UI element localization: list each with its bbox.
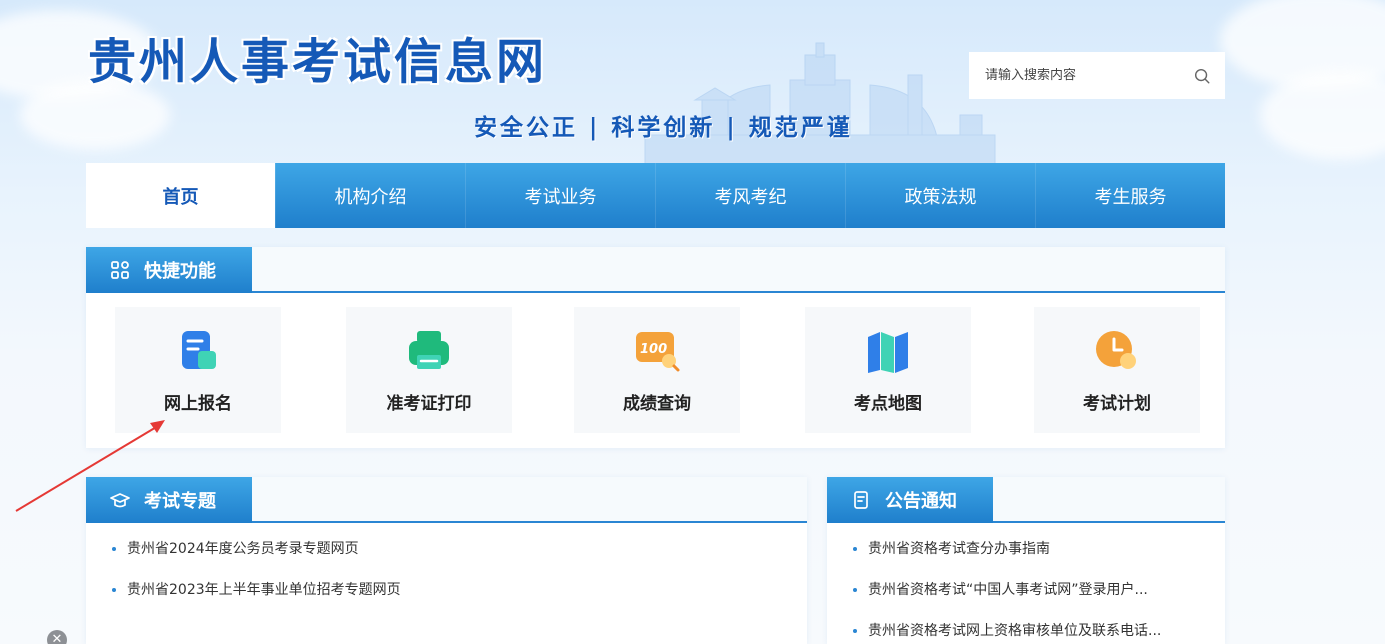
quick-item-label: 成绩查询 [623,393,691,414]
exam-topics-header: 考试专题 [86,477,807,523]
clock-icon [1096,330,1136,369]
document-icon [854,491,868,509]
list-item[interactable]: 贵州省2024年度公务员考录专题网页 [112,537,789,578]
quick-item-score-query[interactable]: 100 成绩查询 [574,307,740,433]
quick-item-label: 考点地图 [854,393,922,414]
notices-panel: 公告通知 贵州省资格考试查分办事指南 贵州省资格考试“中国人事考试网”登录用户.… [827,477,1225,644]
quick-functions-tab: 快捷功能 [86,247,252,293]
exam-topics-list: 贵州省2024年度公务员考录专题网页 贵州省2023年上半年事业单位招考专题网页 [112,537,789,619]
nav-item-about[interactable]: 机构介绍 [275,163,465,228]
notices-list: 贵州省资格考试查分办事指南 贵州省资格考试“中国人事考试网”登录用户... 贵州… [853,537,1207,644]
search-input[interactable] [985,68,1193,83]
printer-icon [409,330,449,369]
quick-item-label: 考试计划 [1083,393,1151,414]
exam-topics-panel: 考试专题 贵州省2024年度公务员考录专题网页 贵州省2023年上半年事业单位招… [86,477,807,644]
score-badge: 100 [640,342,667,357]
quick-item-admission-ticket-print[interactable]: 准考证打印 [346,307,512,433]
quick-item-exam-site-map[interactable]: 考点地图 [805,307,971,433]
close-icon[interactable]: ✕ [47,630,67,644]
notices-header: 公告通知 [827,477,1225,523]
annotation-arrow [15,420,165,512]
list-item[interactable]: 贵州省资格考试查分办事指南 [853,537,1207,578]
list-item[interactable]: 贵州省资格考试“中国人事考试网”登录用户... [853,578,1207,619]
quick-item-label: 准考证打印 [386,393,472,414]
quick-functions-title: 快捷功能 [144,261,216,282]
search-box [969,52,1225,99]
form-icon [182,330,216,369]
main-nav: 首页 机构介绍 考试业务 考风考纪 政策法规 考生服务 [86,163,1225,228]
score-icon: 100 [636,331,680,371]
notices-title: 公告通知 [885,491,957,512]
grid-icon [111,261,129,279]
map-icon [868,331,908,373]
quick-functions-panel: 快捷功能 网上报名 准考证打印 100 成绩查询 考点地图 考试计划 [86,247,1225,448]
nav-item-exam-business[interactable]: 考试业务 [465,163,655,228]
site-title: 贵州人事考试信息网 [88,34,548,90]
site-slogan: 安全公正 | 科学创新 | 规范严谨 [474,114,853,141]
notices-tab: 公告通知 [827,477,993,523]
city-skyline-illustration [644,42,996,165]
quick-functions-header: 快捷功能 [86,247,1225,293]
search-icon[interactable] [1193,67,1211,85]
nav-item-policy[interactable]: 政策法规 [845,163,1035,228]
list-item[interactable]: 贵州省2023年上半年事业单位招考专题网页 [112,578,789,619]
nav-item-discipline[interactable]: 考风考纪 [655,163,845,228]
nav-item-candidate-service[interactable]: 考生服务 [1035,163,1225,228]
nav-item-home[interactable]: 首页 [86,163,275,228]
quick-item-exam-schedule[interactable]: 考试计划 [1034,307,1200,433]
list-item[interactable]: 贵州省资格考试网上资格审核单位及联系电话... [853,619,1207,644]
